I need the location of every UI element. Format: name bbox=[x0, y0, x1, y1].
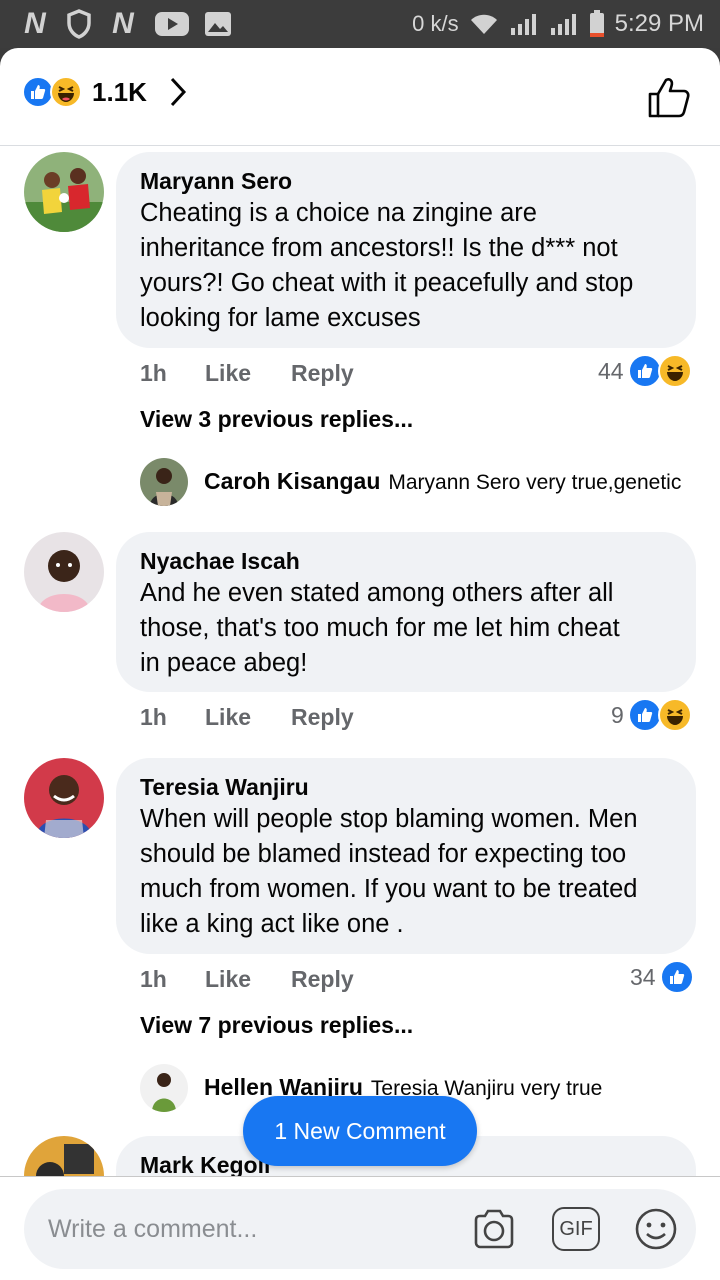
reply-text: Maryann Sero very true,genetic bbox=[388, 471, 682, 494]
emoji-icon[interactable] bbox=[632, 1205, 680, 1253]
signal-icon-2 bbox=[550, 14, 576, 35]
like-button[interactable]: Like bbox=[205, 704, 251, 731]
gallery-icon bbox=[205, 12, 231, 36]
like-icon bbox=[627, 354, 662, 388]
clock: 5:29 PM bbox=[614, 10, 704, 37]
haha-icon bbox=[50, 76, 82, 108]
like-button[interactable]: Like bbox=[205, 360, 251, 387]
avatar[interactable] bbox=[24, 532, 104, 612]
like-icon bbox=[659, 960, 694, 994]
comment-text-line: Cheating is a choice na zingine are bbox=[140, 199, 537, 227]
netflix-icon: N bbox=[24, 7, 46, 40]
comment-reaction-count: 9 bbox=[611, 701, 624, 728]
reply-author[interactable]: Caroh Kisangau bbox=[204, 468, 380, 495]
reply-avatar[interactable] bbox=[140, 1064, 188, 1112]
thumbs-up-icon[interactable] bbox=[646, 74, 692, 120]
comment-time[interactable]: 1h bbox=[140, 704, 205, 731]
comment-text-line: those, that's too much for me let him ch… bbox=[140, 614, 620, 642]
comment-reaction-count: 44 bbox=[598, 357, 624, 384]
comment-bubble[interactable]: Maryann Sero Cheating is a choice na zin… bbox=[116, 152, 696, 348]
comment-bubble[interactable]: Teresia Wanjiru When will people stop bl… bbox=[116, 758, 696, 954]
comment-actions: 1h Like Reply bbox=[140, 966, 394, 993]
like-icon bbox=[627, 698, 662, 732]
reply-button[interactable]: Reply bbox=[291, 360, 354, 387]
youtube-icon bbox=[155, 12, 189, 36]
sheet-header: 1.1K bbox=[0, 48, 720, 146]
reaction-count: 1.1K bbox=[92, 76, 147, 107]
gif-label: GIF bbox=[559, 1217, 593, 1240]
comment-author[interactable]: Teresia Wanjiru bbox=[140, 772, 672, 802]
avatar[interactable] bbox=[24, 152, 104, 232]
gif-icon[interactable]: GIF bbox=[552, 1207, 600, 1251]
chevron-right-icon bbox=[170, 77, 186, 107]
like-button[interactable]: Like bbox=[205, 966, 251, 993]
comments-sheet: 1.1K Maryann Sero Cheating is a choice n… bbox=[0, 48, 720, 1280]
battery-icon bbox=[589, 10, 604, 37]
comment-composer: GIF bbox=[24, 1189, 696, 1269]
comment-bubble[interactable]: Nyachae Iscah And he even stated among o… bbox=[116, 532, 696, 692]
shield-icon bbox=[67, 9, 91, 39]
comment-time[interactable]: 1h bbox=[140, 360, 205, 387]
comment-text-line: And he even stated among others after al… bbox=[140, 579, 614, 607]
comment-text-line: much from women. If you want to be treat… bbox=[140, 875, 638, 903]
avatar[interactable] bbox=[24, 758, 104, 838]
comment-text-line: in peace abeg! bbox=[140, 649, 308, 677]
comment-list: Maryann Sero Cheating is a choice na zin… bbox=[0, 146, 720, 1176]
netflix-icon-2: N bbox=[112, 7, 134, 40]
comment-text-line: When will people stop blaming women. Men bbox=[140, 805, 638, 833]
view-previous-replies-link[interactable]: View 7 previous replies... bbox=[140, 1012, 413, 1039]
comment-actions: 1h Like Reply bbox=[140, 704, 394, 731]
comment-author[interactable]: Nyachae Iscah bbox=[140, 546, 672, 576]
comment-time[interactable]: 1h bbox=[140, 966, 205, 993]
comment-reactions[interactable]: 34 bbox=[630, 960, 694, 994]
wifi-icon bbox=[470, 14, 497, 34]
network-speed: 0 k/s bbox=[412, 11, 459, 36]
comment-reactions[interactable]: 44 bbox=[598, 354, 692, 388]
status-bar-right: 0 k/s 5:29 PM bbox=[412, 10, 704, 38]
reply-avatar[interactable] bbox=[140, 458, 188, 506]
comment-text-line: yours?! Go cheat with it peacefully and … bbox=[140, 269, 634, 297]
reply-button[interactable]: Reply bbox=[291, 704, 354, 731]
comment-text-line: looking for lame excuses bbox=[140, 304, 421, 332]
comment-actions: 1h Like Reply bbox=[140, 360, 394, 387]
haha-icon bbox=[657, 698, 692, 732]
comment-text-line: inheritance from ancestors!! Is the d***… bbox=[140, 234, 618, 262]
avatar[interactable] bbox=[24, 1136, 104, 1176]
status-bar-left-icons: N N bbox=[18, 9, 232, 39]
new-comment-button[interactable]: 1 New Comment bbox=[243, 1096, 477, 1166]
reply-preview[interactable]: Caroh Kisangau Maryann Sero very true,ge… bbox=[204, 468, 681, 495]
camera-icon[interactable] bbox=[470, 1205, 518, 1253]
comment-text-line: like a king act like one . bbox=[140, 910, 404, 938]
reactions-summary[interactable]: 1.1K bbox=[22, 76, 187, 108]
signal-icon bbox=[510, 14, 536, 35]
comment-reaction-count: 34 bbox=[630, 963, 656, 990]
comment-input[interactable] bbox=[48, 1207, 448, 1251]
composer-bar: GIF bbox=[0, 1176, 720, 1280]
view-previous-replies-link[interactable]: View 3 previous replies... bbox=[140, 406, 413, 433]
comment-author[interactable]: Maryann Sero bbox=[140, 166, 672, 196]
comment-reactions[interactable]: 9 bbox=[611, 698, 692, 732]
haha-icon bbox=[657, 354, 692, 388]
status-bar: N N 0 k/s 5:29 PM bbox=[0, 0, 720, 48]
reply-button[interactable]: Reply bbox=[291, 966, 354, 993]
comment-text-line: should be blamed instead for expecting t… bbox=[140, 840, 627, 868]
